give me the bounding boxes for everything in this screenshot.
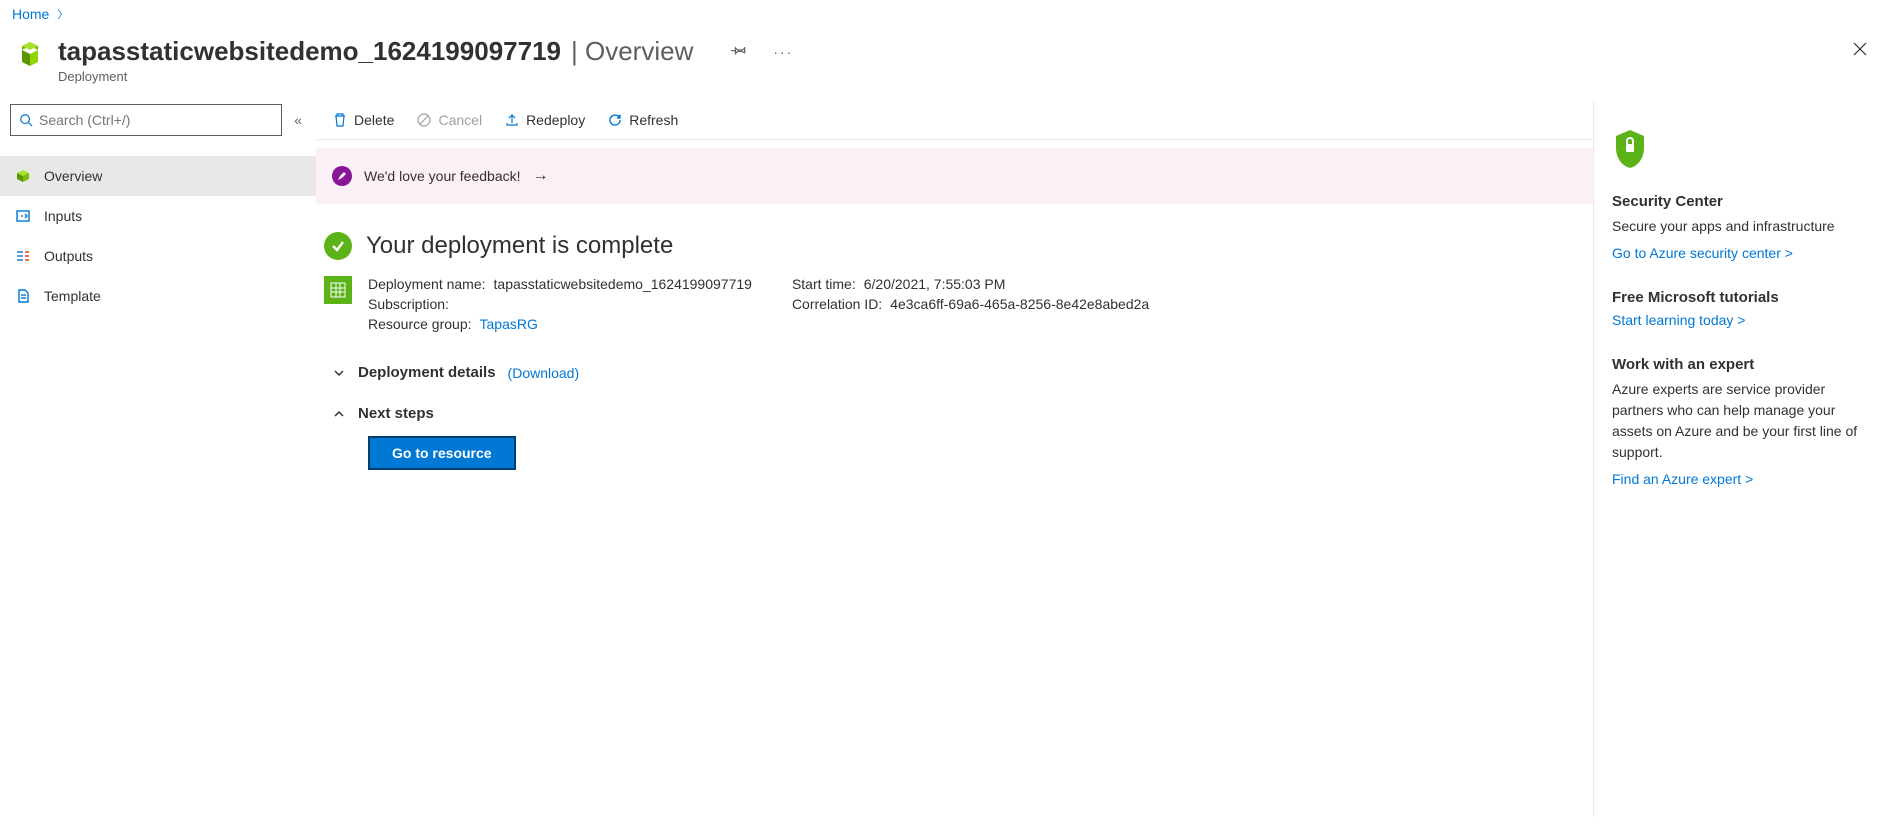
resource-group-label: Resource group: — [368, 316, 472, 332]
inputs-icon — [14, 207, 32, 225]
page-subtitle: Deployment — [58, 69, 1839, 84]
deployment-name-value: tapasstaticwebsitedemo_1624199097719 — [494, 276, 752, 292]
correlation-id-value: 4e3ca6ff-69a6-465a-8256-8e42e8abed2a — [890, 296, 1149, 312]
next-steps-title: Next steps — [358, 405, 434, 422]
expert-link[interactable]: Find an Azure expert > — [1612, 471, 1875, 487]
refresh-button[interactable]: Refresh — [599, 108, 686, 132]
status-text: Your deployment is complete — [366, 232, 673, 260]
feedback-rocket-icon — [332, 166, 352, 186]
sidebar-item-label: Overview — [44, 168, 102, 184]
deployment-name-label: Deployment name: — [368, 276, 486, 292]
shield-icon — [1612, 128, 1875, 173]
chevron-up-icon — [332, 408, 346, 420]
expert-title: Work with an expert — [1612, 356, 1875, 373]
deployment-status: Your deployment is complete — [316, 204, 1593, 276]
sidebar-item-template[interactable]: Template — [0, 276, 316, 316]
download-link[interactable]: (Download) — [508, 365, 580, 381]
security-center-link[interactable]: Go to Azure security center > — [1612, 245, 1875, 261]
breadcrumb-home[interactable]: Home — [12, 6, 49, 22]
expert-text: Azure experts are service provider partn… — [1612, 379, 1875, 463]
tutorials-link[interactable]: Start learning today > — [1612, 312, 1875, 328]
chevron-down-icon — [332, 367, 346, 379]
resource-icon — [12, 36, 48, 72]
delete-button[interactable]: Delete — [324, 108, 402, 132]
page-section: | Overview — [571, 36, 693, 67]
refresh-icon — [607, 112, 623, 128]
deployment-details-title: Deployment details — [358, 364, 496, 381]
next-steps-toggle[interactable]: Next steps — [332, 399, 1577, 428]
feedback-banner[interactable]: We'd love your feedback! → — [316, 148, 1593, 204]
toolbar: Delete Cancel Redeploy Refresh — [316, 100, 1593, 140]
chevron-right-icon: 〉 — [57, 6, 68, 22]
arrow-right-icon: → — [533, 167, 549, 185]
sidebar-item-outputs[interactable]: Outputs — [0, 236, 316, 276]
grid-icon — [324, 276, 352, 304]
correlation-id-label: Correlation ID: — [792, 296, 882, 312]
page-title: tapasstaticwebsitedemo_1624199097719 — [58, 36, 561, 67]
deployment-details-toggle[interactable]: Deployment details (Download) — [332, 358, 1577, 387]
feedback-text: We'd love your feedback! — [364, 168, 521, 184]
upload-icon — [504, 112, 520, 128]
start-time-label: Start time: — [792, 276, 856, 292]
pin-icon[interactable] — [727, 38, 751, 65]
security-center-title: Security Center — [1612, 193, 1875, 210]
sidebar-item-overview[interactable]: Overview — [0, 156, 316, 196]
deployment-details: Deployment name: tapasstaticwebsitedemo_1… — [316, 276, 1593, 352]
collapse-sidebar-icon[interactable]: « — [290, 108, 306, 132]
success-check-icon — [324, 232, 352, 260]
sidebar-item-inputs[interactable]: Inputs — [0, 196, 316, 236]
sidebar-item-label: Inputs — [44, 208, 82, 224]
trash-icon — [332, 112, 348, 128]
more-icon[interactable]: ··· — [769, 40, 797, 64]
cancel-icon — [416, 112, 432, 128]
sidebar-item-label: Outputs — [44, 248, 93, 264]
cube-icon — [14, 167, 32, 185]
template-icon — [14, 287, 32, 305]
search-input[interactable] — [39, 112, 273, 128]
tutorials-title: Free Microsoft tutorials — [1612, 289, 1875, 306]
right-panel: Security Center Secure your apps and inf… — [1593, 100, 1893, 817]
outputs-icon — [14, 247, 32, 265]
start-time-value: 6/20/2021, 7:55:03 PM — [864, 276, 1006, 292]
resource-group-value[interactable]: TapasRG — [480, 316, 538, 332]
sidebar: « Overview Inputs Outputs — [0, 100, 316, 817]
breadcrumb: Home 〉 — [0, 0, 1893, 28]
go-to-resource-button[interactable]: Go to resource — [368, 436, 516, 470]
sidebar-item-label: Template — [44, 288, 101, 304]
page-header: tapasstaticwebsitedemo_1624199097719 | O… — [0, 28, 1893, 100]
search-input-wrapper[interactable] — [10, 104, 282, 136]
cancel-button: Cancel — [408, 108, 490, 132]
security-center-text: Secure your apps and infrastructure — [1612, 216, 1875, 237]
redeploy-button[interactable]: Redeploy — [496, 108, 593, 132]
close-icon[interactable] — [1839, 36, 1881, 68]
subscription-label: Subscription: — [368, 296, 449, 312]
search-icon — [19, 113, 33, 127]
